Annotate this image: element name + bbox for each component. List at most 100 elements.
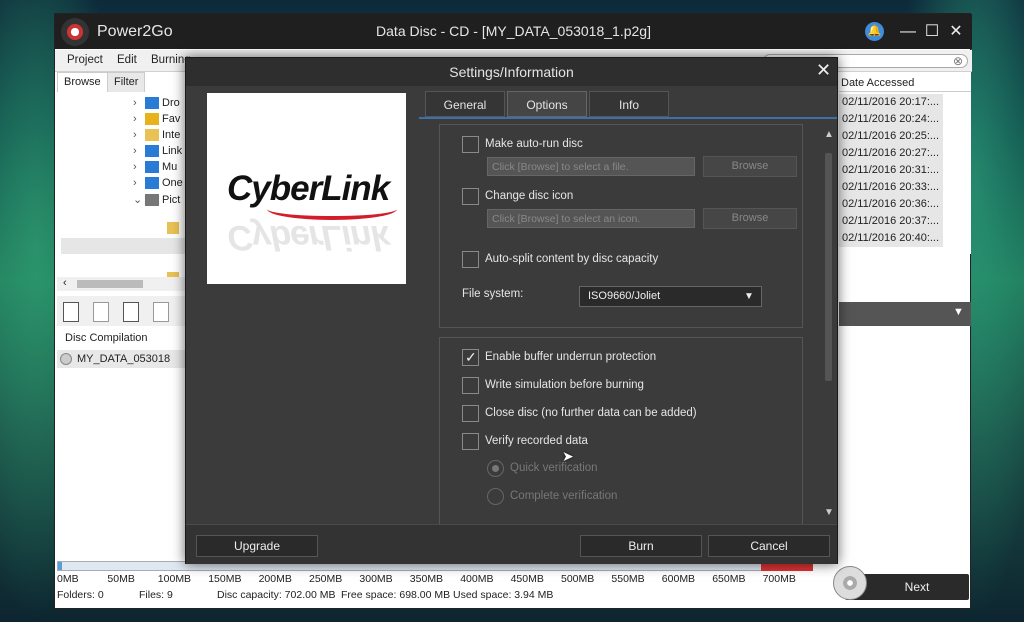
add-folder-icon[interactable] [153,302,169,322]
tree-item[interactable]: › Inte [133,129,180,145]
quick-verification-radio[interactable] [487,460,504,477]
buffer-underrun-checkbox[interactable] [462,349,479,366]
tree-item[interactable]: › Dro [133,97,180,113]
add-file-icon[interactable] [63,302,79,322]
menu-edit[interactable]: Edit [117,54,137,66]
scroll-down-icon[interactable]: ▼ [824,507,834,518]
folder-icon [167,222,179,234]
tree-selected-row[interactable] [61,238,185,254]
tree-item-label: Link [162,145,183,157]
table-row[interactable]: 02/11/2016 20:27:... [839,145,943,162]
expand-arrow-icon[interactable]: › [133,129,145,141]
tree-item-label: Dro [162,97,180,109]
star-icon [145,113,159,126]
capacity-tick-label: 300MB [359,573,393,585]
write-simulation-checkbox[interactable] [462,377,479,394]
status-free: Free space: 698.00 MB [341,589,451,601]
complete-verification-radio[interactable] [487,488,504,505]
upgrade-button[interactable]: Upgrade [196,535,318,557]
title-bar: Power2Go Data Disc - CD - [MY_DATA_05301… [55,14,972,49]
auto-run-file-field[interactable]: Click [Browse] to select a file. [487,157,695,176]
tab-options[interactable]: Options [507,91,587,117]
capacity-scale: 0MB 50MB 100MB 150MB 200MB 250MB 300MB 350MB 400… [57,573,817,587]
disc-icon-browse-button[interactable]: Browse [703,208,797,229]
tab-info[interactable]: Info [589,91,669,117]
capacity-tick-label: 350MB [409,573,444,585]
menu-project[interactable]: Project [67,54,103,66]
next-button[interactable]: Next [833,566,969,600]
dropbox-icon [145,97,159,110]
table-row[interactable]: 02/11/2016 20:40:... [839,230,943,247]
expand-arrow-icon[interactable]: › [133,145,145,157]
status-files: Files: 9 [139,589,173,601]
close-disc-checkbox[interactable] [462,405,479,422]
scroll-thumb[interactable] [825,153,832,381]
dropdown-arrow-icon[interactable]: ▼ [953,306,964,318]
capacity-tick-label: 0MB [57,573,79,585]
table-row[interactable]: 02/11/2016 20:25:... [839,128,943,145]
status-used: Used space: 3.94 MB [453,589,554,601]
expand-arrow-icon[interactable]: ⌄ [133,193,145,206]
verify-data-label: Verify recorded data [485,435,588,447]
auto-run-browse-button[interactable]: Browse [703,156,797,177]
dialog-close-icon[interactable]: ✕ [816,60,831,81]
table-row[interactable]: 02/11/2016 20:37:... [839,213,943,230]
tree-item[interactable]: › Link [133,145,182,161]
expand-arrow-icon[interactable]: › [133,113,145,125]
folder-icon [145,129,159,142]
status-folders: Folders: 0 [57,589,104,601]
tree-item[interactable]: › Mu [133,161,177,177]
column-header-date-accessed[interactable]: Date Accessed [839,74,971,92]
chevron-down-icon: ▼ [744,291,754,302]
capacity-tick-label: 700MB [762,573,796,585]
compilation-item-label: MY_DATA_053018 [77,353,171,365]
table-row[interactable]: 02/11/2016 20:17:... [839,94,943,111]
table-row[interactable]: 02/11/2016 20:36:... [839,196,943,213]
cyberlink-logo-panel: CyberLink CyberLink [207,93,406,284]
disc-icon [60,353,72,365]
scroll-up-icon[interactable]: ▲ [824,129,834,140]
verify-data-checkbox[interactable] [462,433,479,450]
disc-icon-checkbox[interactable] [462,188,479,205]
tab-general[interactable]: General [425,91,505,117]
table-row[interactable]: 02/11/2016 20:33:... [839,179,943,196]
tree-item-label: Pict [162,194,181,206]
options-scrollbar[interactable]: ▲ ▼ [822,129,836,519]
next-label: Next [904,580,930,594]
minimize-button[interactable]: — [897,21,919,43]
expand-arrow-icon[interactable]: › [133,177,145,189]
remove-file-icon[interactable] [93,302,109,322]
capacity-tick-label: 100MB [157,573,192,585]
clear-search-icon[interactable]: ⊗ [953,54,963,68]
cancel-button[interactable]: Cancel [708,535,830,557]
auto-run-checkbox[interactable] [462,136,479,153]
folder-tree: › Dro › Fav › Inte › Link › Mu › One ⌄ Pict [57,92,185,292]
close-button[interactable]: ✕ [945,21,967,43]
disc-icon-file-field[interactable]: Click [Browse] to select an icon. [487,209,695,228]
music-icon [145,161,159,174]
scroll-left-icon[interactable]: ‹ [63,277,67,289]
status-bar: Folders: 0 Files: 9 Disc capacity: 702.0… [57,589,817,603]
maximize-button[interactable]: ☐ [921,21,943,43]
tree-item[interactable]: › Fav [133,113,180,129]
tree-item[interactable]: ⌄ Pict [133,193,180,209]
cloud-icon [145,177,159,190]
auto-split-checkbox[interactable] [462,251,479,268]
table-row[interactable]: 02/11/2016 20:31:... [839,162,943,179]
table-row[interactable]: 02/11/2016 20:24:... [839,111,943,128]
notification-bell-icon[interactable]: 🔔 [865,22,884,41]
compilation-toolbar [57,296,185,326]
tree-item[interactable]: › One [133,177,183,193]
scroll-thumb[interactable] [77,280,143,288]
copy-file-icon[interactable] [123,302,139,322]
tab-browse[interactable]: Browse [57,72,108,92]
tab-filter[interactable]: Filter [107,72,146,92]
tree-scrollbar[interactable]: ‹ [57,277,185,291]
expand-arrow-icon[interactable]: › [133,161,145,173]
auto-run-label: Make auto-run disc [485,138,583,150]
expand-arrow-icon[interactable]: › [133,97,145,109]
burn-button[interactable]: Burn [580,535,702,557]
right-panel-bar: ▼ [839,302,971,326]
file-system-select[interactable]: ISO9660/Joliet ▼ [579,286,762,307]
compilation-item[interactable]: MY_DATA_053018 [57,350,185,368]
